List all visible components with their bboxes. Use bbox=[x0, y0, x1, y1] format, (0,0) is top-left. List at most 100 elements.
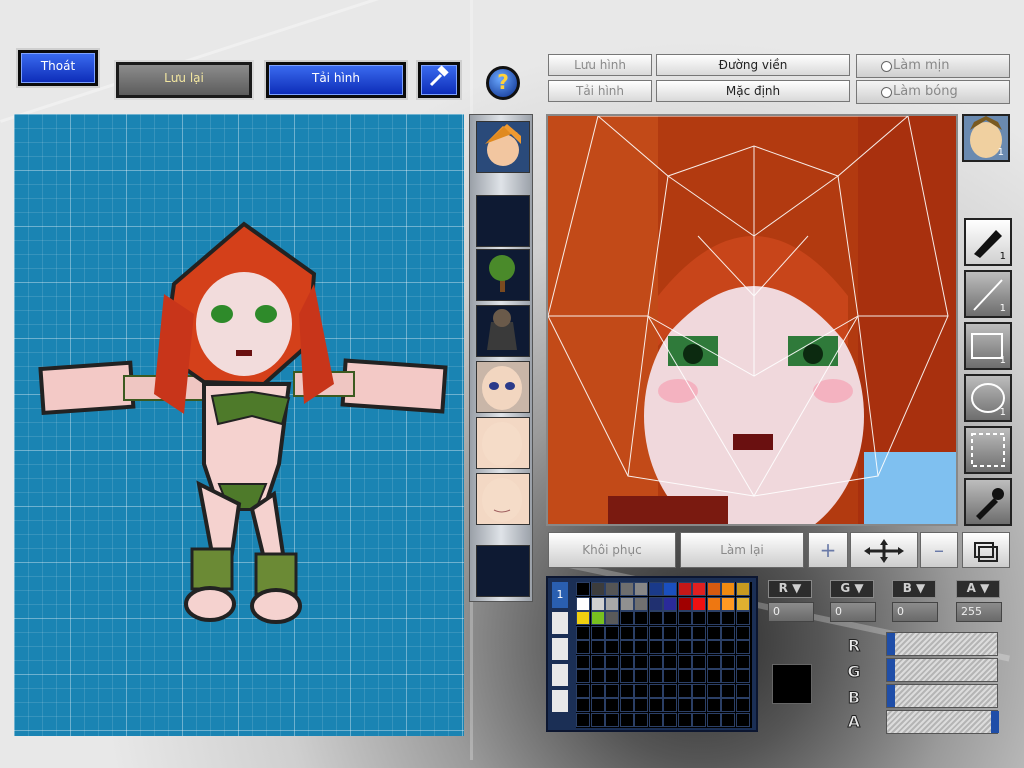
part-slot-empty[interactable] bbox=[476, 545, 530, 597]
part-slot-skin-2[interactable] bbox=[476, 473, 530, 525]
part-slot-empty[interactable] bbox=[476, 195, 530, 247]
palette-color-cell[interactable] bbox=[590, 669, 605, 683]
palette-color-cell[interactable] bbox=[619, 582, 634, 596]
palette-color-cell[interactable] bbox=[605, 698, 619, 712]
palette-color-cell[interactable] bbox=[663, 669, 677, 683]
palette-color-cell[interactable] bbox=[706, 582, 721, 596]
redo-button[interactable]: Làm lại bbox=[680, 532, 804, 568]
palette-color-cell[interactable] bbox=[590, 698, 605, 712]
part-slot-tree[interactable] bbox=[476, 249, 530, 301]
palette-color-cell[interactable] bbox=[706, 611, 721, 625]
palette-color-cell[interactable] bbox=[590, 640, 605, 654]
palette-color-cell[interactable] bbox=[590, 683, 605, 698]
palette-color-cell[interactable] bbox=[619, 611, 634, 625]
palette-color-cell[interactable] bbox=[590, 712, 605, 727]
palette-color-cell[interactable] bbox=[677, 669, 692, 683]
character-preview-canvas[interactable] bbox=[14, 114, 464, 736]
palette-color-cell[interactable] bbox=[605, 640, 619, 654]
palette-tab-2[interactable] bbox=[552, 612, 568, 634]
shade-radio[interactable] bbox=[881, 87, 892, 98]
palette-color-cell[interactable] bbox=[706, 669, 721, 683]
palette-color-cell[interactable] bbox=[721, 698, 735, 712]
palette-color-cell[interactable] bbox=[721, 582, 735, 596]
rectangle-tool[interactable]: 1 bbox=[964, 322, 1012, 370]
palette-color-cell[interactable] bbox=[590, 596, 605, 611]
palette-color-cell[interactable] bbox=[663, 625, 677, 640]
save-texture-button[interactable]: Lưu hình bbox=[548, 54, 652, 76]
palette-color-cell[interactable] bbox=[706, 640, 721, 654]
palette-color-cell[interactable] bbox=[648, 596, 663, 611]
palette-color-cell[interactable] bbox=[619, 654, 634, 669]
palette-color-cell[interactable] bbox=[663, 582, 677, 596]
a-slider-knob[interactable] bbox=[991, 711, 999, 733]
palette-color-cell[interactable] bbox=[692, 582, 706, 596]
palette-color-cell[interactable] bbox=[721, 683, 735, 698]
palette-color-cell[interactable] bbox=[576, 683, 590, 698]
palette-color-cell[interactable] bbox=[721, 596, 735, 611]
palette-color-cell[interactable] bbox=[648, 625, 663, 640]
palette-color-cell[interactable] bbox=[692, 640, 706, 654]
exit-button[interactable]: Thoát bbox=[16, 48, 100, 88]
hammer-button[interactable] bbox=[416, 60, 462, 100]
palette-color-cell[interactable] bbox=[735, 683, 750, 698]
palette-color-cell[interactable] bbox=[735, 582, 750, 596]
palette-color-cell[interactable] bbox=[605, 669, 619, 683]
palette-color-cell[interactable] bbox=[576, 596, 590, 611]
palette-color-cell[interactable] bbox=[590, 611, 605, 625]
reload-image-button[interactable]: Tải hình bbox=[264, 60, 408, 100]
palette-color-cell[interactable] bbox=[663, 596, 677, 611]
palette-color-cell[interactable] bbox=[677, 654, 692, 669]
palette-color-cell[interactable] bbox=[634, 625, 648, 640]
palette-color-cell[interactable] bbox=[648, 654, 663, 669]
g-slider-knob[interactable] bbox=[887, 659, 895, 681]
palette-color-cell[interactable] bbox=[735, 611, 750, 625]
palette-color-cell[interactable] bbox=[721, 654, 735, 669]
palette-color-cell[interactable] bbox=[692, 698, 706, 712]
palette-color-cell[interactable] bbox=[663, 611, 677, 625]
palette-color-cell[interactable] bbox=[605, 582, 619, 596]
palette-color-cell[interactable] bbox=[692, 654, 706, 669]
palette-color-cell[interactable] bbox=[735, 698, 750, 712]
palette-color-cell[interactable] bbox=[648, 640, 663, 654]
palette-color-cell[interactable] bbox=[706, 625, 721, 640]
part-slot-face[interactable] bbox=[476, 361, 530, 413]
palette-color-cell[interactable] bbox=[634, 582, 648, 596]
g-slider[interactable] bbox=[886, 658, 998, 682]
palette-color-cell[interactable] bbox=[605, 611, 619, 625]
palette-color-cell[interactable] bbox=[634, 611, 648, 625]
palette-color-cell[interactable] bbox=[706, 654, 721, 669]
part-slot-skin-1[interactable] bbox=[476, 417, 530, 469]
palette-color-cell[interactable] bbox=[735, 654, 750, 669]
palette-color-cell[interactable] bbox=[648, 669, 663, 683]
palette-color-cell[interactable] bbox=[634, 669, 648, 683]
palette-color-cell[interactable] bbox=[619, 640, 634, 654]
part-slot-body[interactable] bbox=[476, 305, 530, 357]
palette-color-cell[interactable] bbox=[619, 683, 634, 698]
line-tool[interactable]: 1 bbox=[964, 270, 1012, 318]
palette-tab-5[interactable] bbox=[552, 690, 568, 712]
r-slider-knob[interactable] bbox=[887, 633, 895, 655]
palette-color-cell[interactable] bbox=[706, 712, 721, 727]
palette-tab-3[interactable] bbox=[552, 638, 568, 660]
zoom-in-button[interactable]: + bbox=[808, 532, 848, 568]
g-value-field[interactable]: 0 bbox=[830, 602, 876, 622]
palette-color-cell[interactable] bbox=[721, 712, 735, 727]
palette-color-cell[interactable] bbox=[634, 596, 648, 611]
zoom-out-button[interactable]: – bbox=[920, 532, 958, 568]
b-slider[interactable] bbox=[886, 684, 998, 708]
palette-color-cell[interactable] bbox=[634, 654, 648, 669]
character-thumb[interactable]: 1 bbox=[962, 114, 1010, 162]
palette-color-cell[interactable] bbox=[721, 625, 735, 640]
palette-color-cell[interactable] bbox=[735, 640, 750, 654]
b-value-field[interactable]: 0 bbox=[892, 602, 938, 622]
palette-color-cell[interactable] bbox=[721, 611, 735, 625]
palette-color-cell[interactable] bbox=[576, 698, 590, 712]
palette-color-cell[interactable] bbox=[692, 611, 706, 625]
palette-color-cell[interactable] bbox=[735, 596, 750, 611]
palette-color-cell[interactable] bbox=[634, 712, 648, 727]
palette-color-cell[interactable] bbox=[706, 683, 721, 698]
palette-color-cell[interactable] bbox=[576, 582, 590, 596]
help-icon[interactable]: ? bbox=[486, 66, 520, 100]
r-value-field[interactable]: 0 bbox=[768, 602, 814, 622]
palette-color-cell[interactable] bbox=[605, 683, 619, 698]
